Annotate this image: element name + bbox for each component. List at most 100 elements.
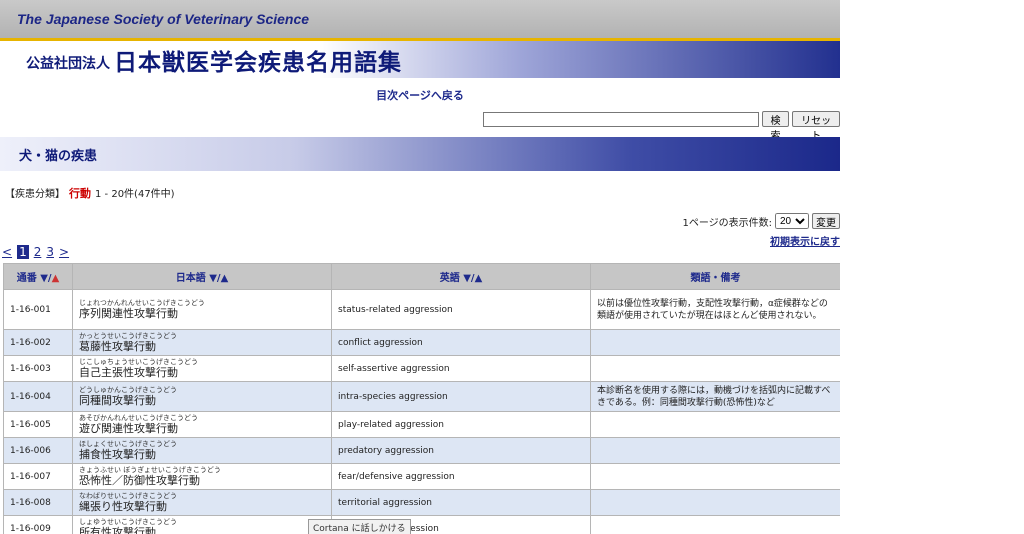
- cell-en: play-related aggression: [331, 411, 591, 438]
- cell-no: 1-16-008: [3, 489, 73, 516]
- filter-summary: 【疾患分類】 行動 1 - 20件(47件中): [5, 185, 175, 201]
- sort-desc-icon[interactable]: ▼: [463, 273, 471, 284]
- header-notes: 類語・備考: [590, 263, 840, 290]
- table-row: 1-16-005 あそびかんれんせいこうげきこうどう 遊び関連性攻撃行動 play-r…: [3, 411, 840, 438]
- cell-reading: じこしゅちょうせいこうげきこうどう: [79, 358, 198, 366]
- prev-page-link[interactable]: <: [2, 245, 12, 259]
- cell-notes: [590, 437, 840, 464]
- table-row: 1-16-002 かっとうせいこうげきこうどう 葛藤性攻撃行動 conflict ag…: [3, 329, 840, 356]
- table-row: 1-16-008 なわばりせいこうげきこうどう 縄張り性攻撃行動 territoria…: [3, 489, 840, 516]
- cell-ja: あそびかんれんせいこうげきこうどう 遊び関連性攻撃行動: [72, 411, 332, 438]
- cell-notes: [590, 463, 840, 490]
- cell-ja: どうしゅかんこうげきこうどう 同種間攻撃行動: [72, 381, 332, 412]
- cell-notes: [590, 515, 840, 534]
- sort-desc-icon[interactable]: ▼: [209, 273, 217, 284]
- per-page-label: 1ページの表示件数:: [682, 217, 772, 229]
- back-to-contents-link[interactable]: 目次ページへ戻る: [376, 89, 464, 102]
- page-link-2[interactable]: 2: [34, 245, 42, 259]
- reset-button[interactable]: リセット: [792, 111, 840, 142]
- cell-en: self-assertive aggression: [331, 355, 591, 382]
- per-page-select[interactable]: 20: [775, 213, 809, 229]
- table-row: 1-16-006 ほしょくせいこうげきこうどう 捕食性攻撃行動 predatory a…: [3, 437, 840, 464]
- cell-ja: なわばりせいこうげきこうどう 縄張り性攻撃行動: [72, 489, 332, 516]
- title-banner: 公益社団法人 日本獣医学会疾患名用語集: [0, 41, 840, 78]
- cortana-tooltip: Cortana に話しかける: [308, 519, 411, 534]
- cell-no: 1-16-003: [3, 355, 73, 382]
- per-page-control: 1ページの表示件数: 20 変更: [682, 213, 840, 229]
- search-input[interactable]: [483, 111, 759, 127]
- cell-term: 序列関連性攻撃行動: [79, 307, 178, 320]
- header-ja: 日本語 ▼/▲: [72, 263, 332, 290]
- sort-asc-icon[interactable]: ▲: [221, 273, 229, 284]
- back-row: 目次ページへ戻る: [0, 84, 840, 102]
- table-row: 1-16-009しょゆうせいこうげきこうどう所有性攻撃行動possessive …: [3, 515, 840, 534]
- society-bar: The Japanese Society of Veterinary Scien…: [0, 0, 840, 41]
- section-bar: 犬・猫の疾患: [0, 137, 840, 171]
- cell-reading: じょれつかんれんせいこうげきこうどう: [79, 299, 205, 307]
- terms-table: 通番 ▼/▲ 日本語 ▼/▲ 英語 ▼/▲ 類語・備考 1-16-001 じょれつ…: [3, 263, 840, 534]
- cell-no: 1-16-005: [3, 411, 73, 438]
- next-page-link[interactable]: >: [59, 245, 69, 259]
- table-body: 1-16-001 じょれつかんれんせいこうげきこうどう 序列関連性攻撃行動 statu…: [3, 289, 840, 534]
- table-row: 1-16-004 どうしゅかんこうげきこうどう 同種間攻撃行動 intra-speci…: [3, 381, 840, 412]
- section-title: 犬・猫の疾患: [19, 148, 98, 164]
- page-link-3[interactable]: 3: [46, 245, 54, 259]
- cell-term: 同種間攻撃行動: [79, 394, 156, 407]
- cell-en: predatory aggression: [331, 437, 591, 464]
- cell-reading: ほしょくせいこうげきこうどう: [79, 440, 177, 448]
- cell-en: fear/defensive aggression: [331, 463, 591, 490]
- cell-notes: [590, 355, 840, 382]
- search-button[interactable]: 検索: [761, 111, 790, 142]
- table-row: 1-16-003 じこしゅちょうせいこうげきこうどう 自己主張性攻撃行動 self-a…: [3, 355, 840, 382]
- cell-en: status-related aggression: [331, 289, 591, 330]
- cell-notes: 本診断名を使用する際には，動機づけを括弧内に記載すべきである。例：同種間攻撃行動…: [590, 381, 840, 412]
- cell-en: conflict aggression: [331, 329, 591, 356]
- table-header-row: 通番 ▼/▲ 日本語 ▼/▲ 英語 ▼/▲ 類語・備考: [3, 263, 840, 290]
- cell-term: 自己主張性攻撃行動: [79, 366, 178, 379]
- cell-term: 遊び関連性攻撃行動: [79, 422, 178, 435]
- cell-en: territorial aggression: [331, 489, 591, 516]
- filter-value: 行動: [69, 187, 91, 200]
- result-range: 1 - 20件(47件中): [95, 189, 175, 200]
- cell-term: 縄張り性攻撃行動: [79, 500, 167, 513]
- table-row: 1-16-007 きょうふせい ぼうぎょせいこうげきこうどう 恐怖性／防御性攻撃行動…: [3, 463, 840, 490]
- page-frame: The Japanese Society of Veterinary Scien…: [0, 0, 840, 534]
- cell-ja: ほしょくせいこうげきこうどう 捕食性攻撃行動: [72, 437, 332, 464]
- cell-notes: 以前は優位性攻撃行動，支配性攻撃行動，α症候群などの類語が使用されていたが現在は…: [590, 289, 840, 330]
- cell-notes: [590, 411, 840, 438]
- cell-reading: かっとうせいこうげきこうどう: [79, 332, 177, 340]
- page-link-1[interactable]: 1: [17, 245, 29, 259]
- cell-term: 捕食性攻撃行動: [79, 448, 156, 461]
- cell-no: 1-16-001: [3, 289, 73, 330]
- cell-reading: なわばりせいこうげきこうどう: [79, 492, 177, 500]
- change-button[interactable]: 変更: [812, 213, 840, 229]
- sort-desc-icon[interactable]: ▼: [40, 273, 48, 284]
- table-row: 1-16-001 じょれつかんれんせいこうげきこうどう 序列関連性攻撃行動 statu…: [3, 289, 840, 330]
- banner-org-type: 公益社団法人: [26, 55, 110, 72]
- reset-display-link[interactable]: 初期表示に戻す: [770, 233, 840, 248]
- cell-notes: [590, 329, 840, 356]
- filter-label: 【疾患分類】: [5, 189, 65, 200]
- cell-term: 恐怖性／防御性攻撃行動: [79, 474, 200, 487]
- cell-reading: あそびかんれんせいこうげきこうどう: [79, 414, 198, 422]
- cell-reading: どうしゅかんこうげきこうどう: [79, 386, 177, 394]
- sort-asc-icon[interactable]: ▲: [52, 273, 60, 284]
- cell-no: 1-16-009: [3, 515, 73, 534]
- cell-term: 葛藤性攻撃行動: [79, 340, 156, 353]
- cell-no: 1-16-002: [3, 329, 73, 356]
- pagination: < 1 2 3 >: [2, 245, 69, 259]
- cell-ja: しょゆうせいこうげきこうどう 所有性攻撃行動: [72, 515, 332, 534]
- cell-ja: かっとうせいこうげきこうどう 葛藤性攻撃行動: [72, 329, 332, 356]
- cell-ja: きょうふせい ぼうぎょせいこうげきこうどう 恐怖性／防御性攻撃行動: [72, 463, 332, 490]
- cell-term: 所有性攻撃行動: [79, 526, 156, 534]
- header-no: 通番 ▼/▲: [3, 263, 73, 290]
- society-title: The Japanese Society of Veterinary Scien…: [17, 11, 310, 27]
- header-en: 英語 ▼/▲: [331, 263, 591, 290]
- cell-en: intra-species aggression: [331, 381, 591, 412]
- search-form: 検索 リセット: [483, 111, 840, 142]
- cell-reading: きょうふせい ぼうぎょせいこうげきこうどう: [79, 466, 221, 474]
- sort-asc-icon[interactable]: ▲: [475, 273, 483, 284]
- cell-no: 1-16-004: [3, 381, 73, 412]
- cell-ja: じこしゅちょうせいこうげきこうどう 自己主張性攻撃行動: [72, 355, 332, 382]
- cell-no: 1-16-006: [3, 437, 73, 464]
